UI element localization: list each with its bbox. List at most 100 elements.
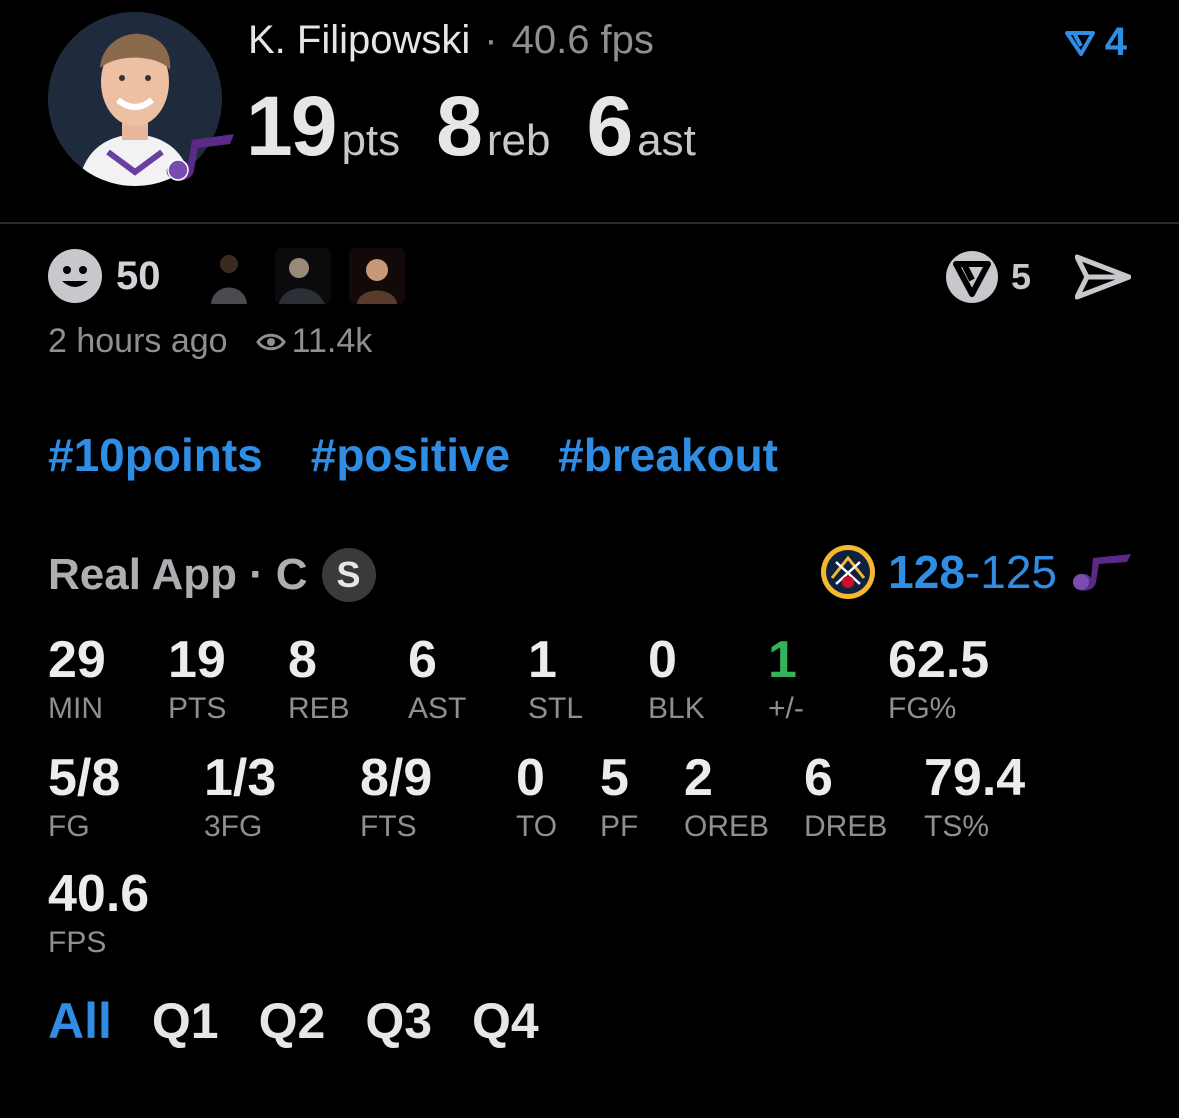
stat-fts: 8/9 FTS (360, 750, 432, 844)
post-meta: 2 hours ago 11.4k (48, 322, 372, 361)
reactions-row: 50 (48, 248, 423, 304)
upvote-count: 4 (1104, 20, 1127, 64)
stat-stl: 1 STL (528, 632, 583, 726)
stat-label: STL (528, 692, 584, 725)
reaction-thumb-2-icon[interactable] (274, 248, 331, 304)
stat-label: OREB (684, 810, 770, 843)
stat-blk: 0 BLK (648, 632, 705, 726)
game-score[interactable]: 128 - 125 (820, 544, 1131, 600)
eye-icon (255, 333, 286, 350)
stat-value: 62.5 (888, 631, 990, 689)
stat-fg-pct: 62.5 FG% (888, 632, 989, 726)
player-name-line: K. Filipowski · 40.6 fps (248, 18, 654, 63)
stat-reb: 8 REB (288, 632, 350, 726)
stat-label: +/- (768, 692, 804, 725)
stat-value: 5/8 (48, 749, 121, 807)
stat-fg: 5/8 FG (48, 750, 120, 844)
headline-stats: 19 pts 8 reb 6 ast (246, 78, 732, 175)
time-ago: 2 hours ago (48, 322, 228, 360)
nuggets-logo-icon (821, 545, 876, 599)
reaction-thumb-3-icon[interactable] (348, 248, 405, 304)
stat-label: TO (516, 810, 558, 843)
view-count-group: 11.4k (255, 322, 372, 361)
stat-label: FTS (360, 810, 417, 843)
hashtag-positive[interactable]: #positive (311, 428, 510, 482)
stat-value: 0 (516, 749, 545, 807)
stat-ts-pct: 79.4 TS% (924, 750, 1025, 844)
header-divider (0, 222, 1179, 224)
stat-label: FG (48, 810, 90, 843)
reaction-thumb-1-icon[interactable] (200, 248, 257, 304)
vote-chevron-icon (1064, 30, 1095, 56)
stat-label: TS% (924, 810, 990, 843)
jazz-note-logo-icon (166, 134, 234, 181)
vote-count: 5 (1010, 256, 1031, 297)
jazz-note-logo-icon (1072, 554, 1131, 591)
tab-q3[interactable]: Q3 (365, 992, 432, 1050)
hashtag-list: #10points #positive #breakout (48, 428, 778, 482)
score-dash: - (964, 546, 981, 598)
points-value: 19 (246, 79, 337, 173)
hashtag-10points[interactable]: #10points (48, 428, 263, 482)
stat-value: 29 (48, 631, 106, 689)
stat-ast: 6 AST (408, 632, 466, 726)
stat-min: 29 MIN (48, 632, 106, 726)
stat-value: 6 (804, 749, 833, 807)
stat-label: PF (600, 810, 639, 843)
stat-label: FG% (888, 692, 957, 725)
stat-value: 8 (288, 631, 317, 689)
tab-q4[interactable]: Q4 (472, 992, 539, 1050)
stat-value: 1/3 (204, 749, 277, 807)
stat-value: 0 (648, 631, 677, 689)
vote-shield-icon[interactable] (945, 250, 999, 304)
stat-value: 2 (684, 749, 713, 807)
stat-label: PTS (168, 692, 227, 725)
stat-value: 8/9 (360, 749, 433, 807)
stat-value: 5 (600, 749, 629, 807)
stat-oreb: 2 OREB (684, 750, 769, 844)
fps-value: 40.6 fps (511, 18, 654, 62)
stat-value: 79.4 (924, 749, 1026, 807)
player-position: C (275, 550, 308, 599)
post-actions: 5 (945, 250, 1131, 304)
rebounds-value: 8 (436, 79, 483, 173)
stat-label: FPS (48, 926, 107, 959)
stat-fps: 40.6 FPS (48, 866, 149, 960)
source-separator: · (249, 550, 264, 599)
stat-value: 1 (528, 631, 557, 689)
name-separator: · (484, 18, 498, 62)
stat-value: 6 (408, 631, 437, 689)
stat-label: DREB (804, 810, 888, 843)
stat-3fg: 1/3 3FG (204, 750, 276, 844)
starter-badge: S (321, 548, 376, 602)
quarter-tabs: All Q1 Q2 Q3 Q4 (48, 992, 539, 1050)
stat-dreb: 6 DREB (804, 750, 887, 844)
tab-all[interactable]: All (48, 992, 112, 1050)
source-name: Real App (48, 550, 238, 599)
stat-pts: 19 PTS (168, 632, 226, 726)
tab-q1[interactable]: Q1 (152, 992, 219, 1050)
reaction-count[interactable]: 50 (116, 254, 161, 299)
stat-value: 1 (768, 631, 797, 689)
stat-label: REB (288, 692, 350, 725)
smiley-icon[interactable] (48, 249, 102, 303)
upvote-badge[interactable]: 4 (1064, 20, 1127, 65)
score-winner: 128 (888, 546, 965, 598)
score-loser: 125 (980, 546, 1057, 598)
points-unit: pts (341, 116, 401, 165)
rebounds-unit: reb (486, 116, 551, 165)
stat-pf: 5 PF (600, 750, 638, 844)
stats-source: Real App · C S (48, 548, 376, 602)
stat-value: 19 (168, 631, 226, 689)
tab-q2[interactable]: Q2 (259, 992, 326, 1050)
stat-value: 40.6 (48, 865, 150, 923)
stat-label: MIN (48, 692, 103, 725)
stat-plus-minus: 1 +/- (768, 632, 804, 726)
assists-unit: ast (637, 116, 696, 165)
hashtag-breakout[interactable]: #breakout (558, 428, 778, 482)
assists-value: 6 (586, 79, 633, 173)
stat-label: AST (408, 692, 467, 725)
stat-to: 0 TO (516, 750, 557, 844)
player-name[interactable]: K. Filipowski (248, 18, 470, 62)
send-icon[interactable] (1075, 253, 1131, 301)
